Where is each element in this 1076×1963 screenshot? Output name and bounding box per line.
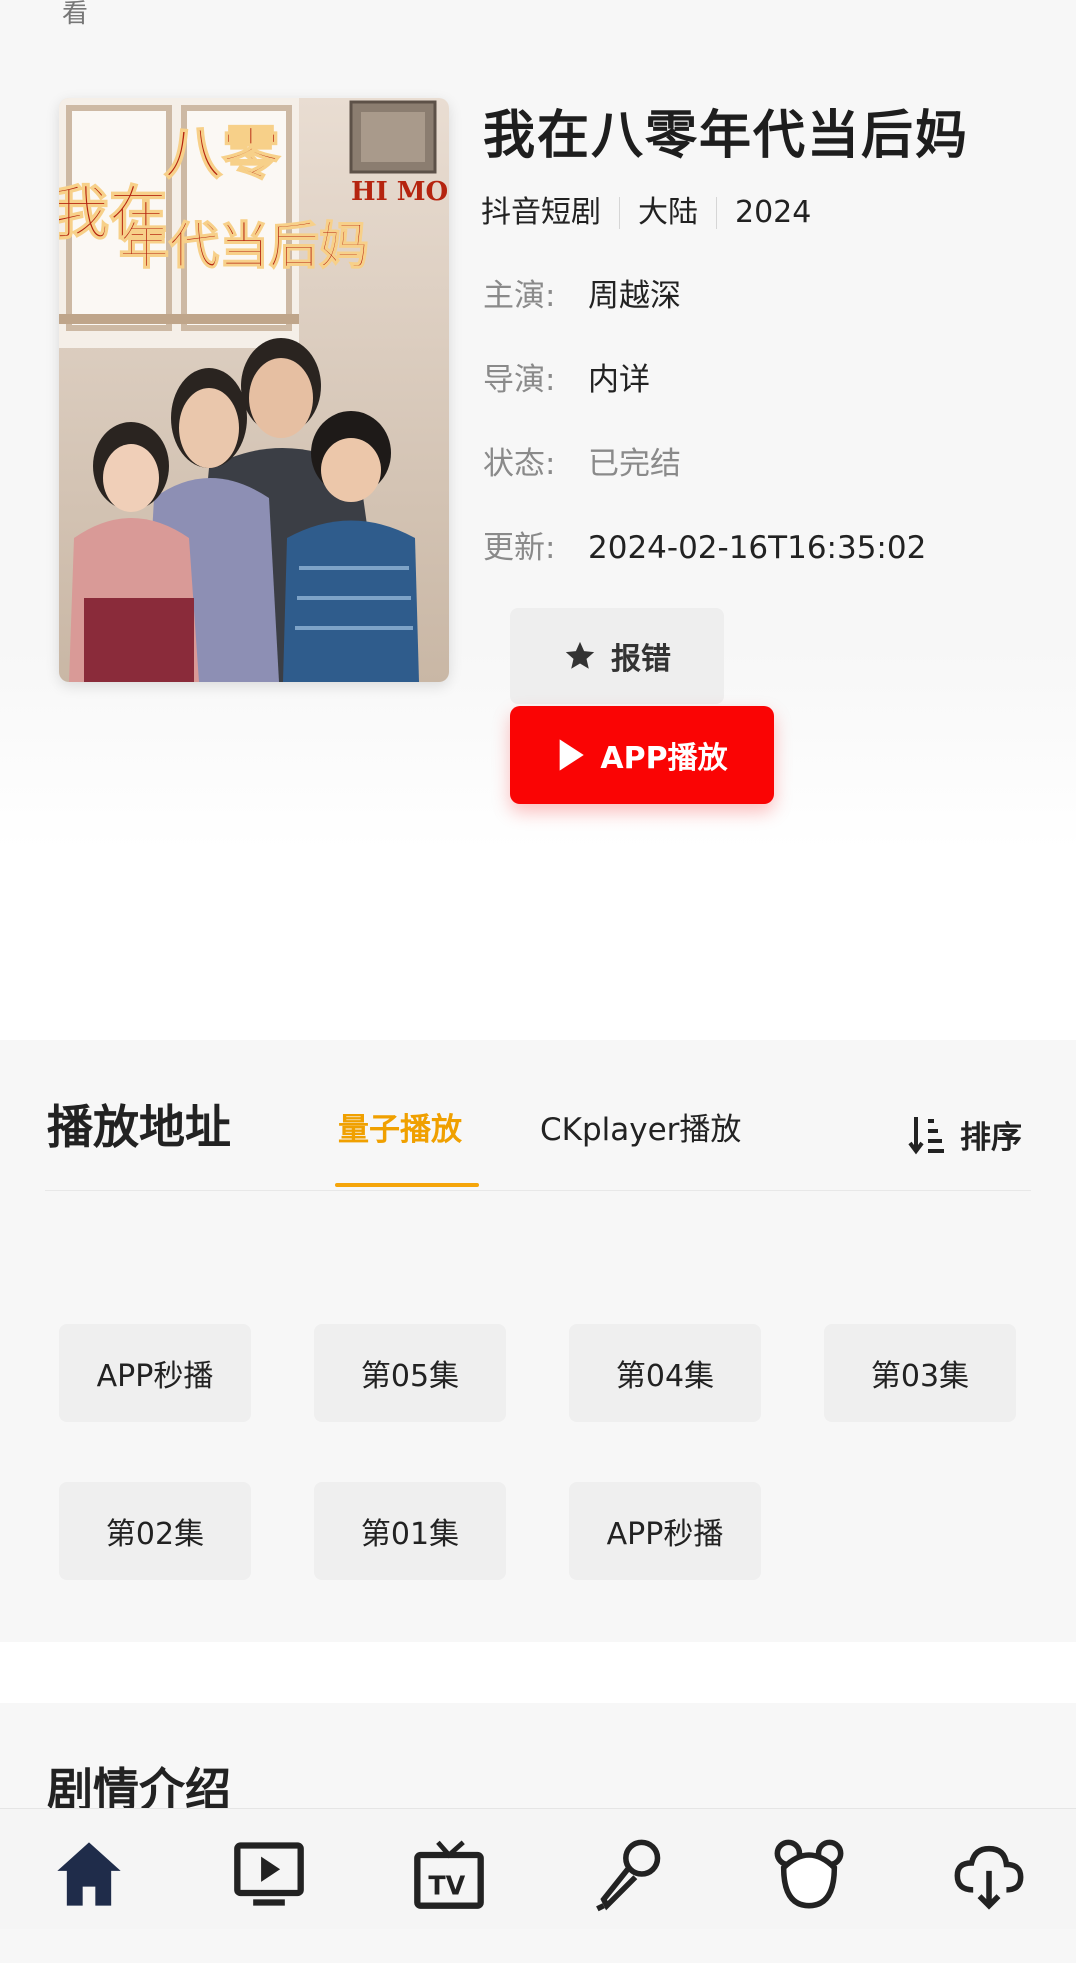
status-row: 状态: 已完结 — [483, 444, 681, 484]
video-icon — [234, 1842, 304, 1906]
nav-tv[interactable]: TV — [409, 1834, 489, 1914]
tab-ckplayer-play[interactable]: CKplayer播放 — [540, 1110, 741, 1150]
episode-button[interactable]: 第02集 — [59, 1482, 251, 1580]
poster-title-line1: 八零 — [164, 119, 281, 187]
director-value: 内详 — [588, 362, 650, 398]
meta-divider — [619, 197, 620, 229]
play-icon — [560, 739, 585, 771]
nav-download[interactable] — [949, 1834, 1029, 1914]
cast-row: 主演: 周越深 — [483, 276, 681, 316]
episode-button[interactable]: 第04集 — [569, 1324, 761, 1422]
episode-button[interactable]: 第01集 — [314, 1482, 506, 1580]
microphone-icon — [596, 1839, 661, 1912]
bottom-navigation — [0, 1808, 1076, 1929]
poster-title-line3: 年代当后妈 — [119, 216, 369, 275]
report-button-label: 报错 — [611, 642, 671, 677]
svg-text:TV: TV — [428, 1871, 465, 1901]
sort-label: 排序 — [960, 1120, 1022, 1156]
director-label: 导演: — [483, 362, 556, 398]
nav-kids[interactable] — [769, 1834, 849, 1914]
meta-row: 抖音短剧 大陆 2024 — [481, 193, 811, 233]
app-play-button[interactable]: APP播放 — [510, 706, 774, 804]
update-row: 更新: 2024-02-16T16:35:02 — [483, 528, 926, 568]
tv-icon: TV — [414, 1840, 484, 1909]
category-label[interactable]: 抖音短剧 — [481, 193, 601, 233]
sort-button[interactable]: 排序 — [908, 1112, 1022, 1157]
cast-value[interactable]: 周越深 — [588, 276, 681, 316]
bear-icon — [774, 1839, 844, 1909]
drama-title: 我在八零年代当后妈 — [483, 106, 970, 166]
meta-divider — [716, 197, 717, 229]
download-icon — [954, 1845, 1024, 1910]
report-button[interactable]: 报错 — [510, 608, 724, 704]
tab-quantum-play[interactable]: 量子播放 — [338, 1110, 462, 1150]
nav-video[interactable] — [229, 1834, 309, 1914]
update-value: 2024-02-16T16:35:02 — [588, 530, 927, 566]
year-label[interactable]: 2024 — [735, 193, 811, 233]
update-label: 更新: — [483, 530, 556, 566]
top-text-fragment: 看 — [62, 0, 89, 29]
app-play-button-label: APP播放 — [600, 741, 728, 776]
poster-tag: HI MO — [351, 177, 448, 207]
director-row: 导演: 内详 — [483, 360, 650, 400]
status-label: 状态: — [483, 446, 556, 482]
playlist-section-title: 播放地址 — [47, 1100, 231, 1154]
poster-image[interactable]: 八零 我在 年代当后妈 HI MO — [59, 98, 449, 682]
home-icon — [57, 1842, 121, 1906]
status-value: 已完结 — [588, 446, 681, 482]
nav-karaoke[interactable] — [589, 1834, 669, 1914]
tabs-divider — [45, 1190, 1031, 1191]
episode-button[interactable]: 第05集 — [314, 1324, 506, 1422]
region-label[interactable]: 大陆 — [638, 193, 698, 233]
nav-home[interactable] — [49, 1834, 129, 1914]
sort-icon — [908, 1116, 944, 1154]
active-tab-indicator — [335, 1183, 479, 1187]
star-icon — [565, 641, 595, 669]
episode-button[interactable]: APP秒播 — [59, 1324, 251, 1422]
episode-button[interactable]: 第03集 — [824, 1324, 1016, 1422]
episode-button[interactable]: APP秒播 — [569, 1482, 761, 1580]
cast-label: 主演: — [483, 278, 556, 314]
